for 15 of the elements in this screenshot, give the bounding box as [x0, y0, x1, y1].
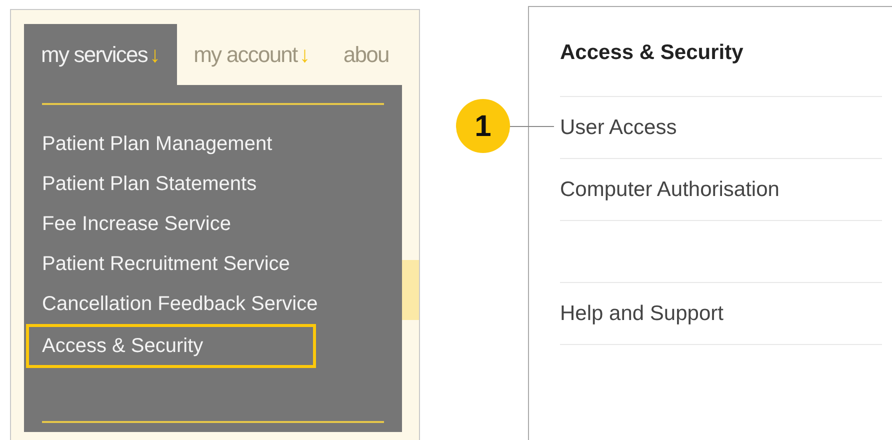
- menu-item[interactable]: Access & Security: [26, 324, 316, 368]
- panel-link[interactable]: Computer Authorisation: [560, 174, 780, 206]
- nav-tab[interactable]: my account↓: [176, 24, 326, 85]
- menu-item[interactable]: Patient Plan Management: [42, 124, 384, 164]
- menu-item[interactable]: Patient Recruitment Service: [42, 244, 384, 284]
- panel-link[interactable]: User Access: [560, 112, 677, 144]
- panel-link[interactable]: Help and Support: [560, 298, 724, 330]
- menu-item[interactable]: Patient Plan Statements: [42, 164, 384, 204]
- nav-tab[interactable]: abou: [326, 24, 406, 85]
- menu-item[interactable]: Cancellation Feedback Service: [42, 284, 384, 324]
- panel-title: Access & Security: [560, 40, 744, 66]
- menu-item[interactable]: Fee Increase Service: [42, 204, 384, 244]
- callout-badge: 1: [456, 99, 510, 153]
- leader-line: [510, 126, 554, 127]
- nav-tab[interactable]: my services↓: [24, 24, 177, 85]
